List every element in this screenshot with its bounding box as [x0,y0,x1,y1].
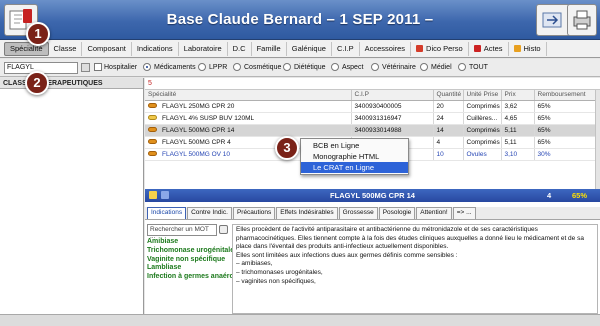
column-header[interactable]: Quantité [433,90,464,101]
description-paragraph: – amibiases, [236,260,273,268]
pill-icon [148,103,157,109]
indications-list: Amibiase Trichomonase urogénitale Vagini… [147,238,248,282]
lock-icon[interactable] [149,191,157,199]
subtab-indications[interactable]: Indications [147,207,187,219]
subtab-effets-indesirables[interactable]: Effets Indésirables [276,207,338,219]
list-item[interactable]: Vaginite non spécifique [147,256,229,265]
dico-icon [416,45,424,52]
radio-dot[interactable] [371,63,379,71]
ovule-icon [148,151,157,157]
radio-dietetique[interactable]: Diététique [283,63,326,71]
radio-cosmetique[interactable]: Cosmétique [233,63,281,71]
tab-accessoires[interactable]: Accessoires [360,41,412,56]
list-item[interactable]: Infection à germes anaérobies [147,273,248,282]
table-header: Spécialité C.I.P Quantité Unité Prise Pr… [145,90,598,101]
search-icon[interactable] [219,225,228,234]
radio-veterinaire[interactable]: Vétérinaire [371,63,416,71]
menu-item-monographie-html[interactable]: Monographie HTML [301,151,408,162]
radio-dot[interactable] [283,63,291,71]
list-item[interactable]: Amibiase [147,238,229,247]
tab-actes[interactable]: Actes [469,41,509,56]
bottom-strip [0,314,600,326]
column-header[interactable]: Unité Prise [463,90,502,101]
tab-indications[interactable]: Indications [132,41,179,56]
list-item[interactable]: Trichomonase urogénitale [147,247,234,256]
column-header[interactable]: Spécialité [145,90,352,101]
column-header[interactable]: C.I.P [351,90,434,101]
checkbox-box[interactable] [94,63,102,71]
subtab-contre-indic[interactable]: Contre Indic. [187,207,232,219]
menu-item-crat-online[interactable]: Le CRAT en Ligne [301,162,408,173]
indication-description[interactable]: Elles procèdent de l'activité antiparasi… [232,224,598,314]
radio-medicaments[interactable]: Médicaments [143,63,196,71]
document-icon[interactable] [161,191,169,199]
therapeutic-classes-panel[interactable]: CLASSES THERAPEUTIQUES [0,78,144,314]
tab-famille[interactable]: Famille [252,41,287,56]
tab-classe[interactable]: Classe [49,41,83,56]
radio-lppr[interactable]: LPPR [198,63,227,71]
pill-icon [148,127,157,133]
description-paragraph: Elles sont limitées aux infections dues … [236,251,458,259]
radio-mediel[interactable]: Médiel [420,63,452,71]
description-paragraph: pharmacocinétiques. Elles tiennent compt… [236,234,584,251]
radio-dot[interactable] [233,63,241,71]
selected-product-bar: FLAGYL 500MG CPR 14 4 65% [145,189,600,202]
selected-product-title: FLAGYL 500MG CPR 14 [330,191,415,200]
tab-histo[interactable]: Histo [509,41,547,56]
panel-header: CLASSES THERAPEUTIQUES [0,78,143,89]
callout-marker-2: 2 [25,71,49,95]
subtab-grossesse[interactable]: Grossesse [338,207,378,219]
radio-aspect[interactable]: Aspect [331,63,363,71]
description-paragraph: – vaginites non spécifiques, [236,277,316,285]
column-header[interactable]: Remboursement [534,90,598,101]
title-bar: Base Claude Bernard – 1 SEP 2011 – [0,0,600,40]
radio-dot[interactable] [420,63,428,71]
tab-dc[interactable]: D.C [228,41,252,56]
tab-dico-perso[interactable]: Dico Perso [411,41,469,56]
radio-dot[interactable] [331,63,339,71]
monograph-tabs: Indications Contre Indic. Précautions Ef… [145,207,600,220]
column-header[interactable]: Prix [501,90,535,101]
tab-laboratoire[interactable]: Laboratoire [179,41,228,56]
subtab-precautions[interactable]: Précautions [232,207,276,219]
main-tabs: Spécialité Classe Composant Indications … [0,40,600,58]
hospitalier-checkbox[interactable]: Hospitalier [94,63,137,71]
search-options-icon[interactable] [81,63,90,72]
table-row[interactable]: FLAGYL 250MG CPR 20 3400930400005 20 Com… [145,100,598,113]
selected-rate: 65% [572,191,588,200]
radio-dot[interactable] [143,63,151,71]
vertical-scrollbar[interactable] [595,90,600,190]
radio-tout[interactable]: TOUT [458,63,488,71]
export-icon[interactable] [536,4,570,36]
filter-bar: FLAGYL Hospitalier Médicaments LPPR Cosm… [0,59,600,77]
radio-dot[interactable] [198,63,206,71]
bottle-icon [148,115,157,121]
word-search-input[interactable]: Rechercher un MOT ... [147,224,217,240]
list-item[interactable]: Lambliase [147,264,229,273]
histo-icon [513,45,521,52]
description-paragraph: – trichomonases urogénitales, [236,268,323,276]
actes-icon [473,45,481,52]
tab-cip[interactable]: C.I.P [332,41,360,56]
subtab-attention[interactable]: Attention! [416,207,452,219]
table-row[interactable]: FLAGYL 4% SUSP BUV 120ML 3400931316947 2… [145,112,598,125]
window-title: Base Claude Bernard – 1 SEP 2011 – [166,11,434,28]
result-count: 5 [145,78,600,90]
context-menu: BCB en Ligne Monographie HTML Le CRAT en… [300,138,409,175]
subtab-posologie[interactable]: Posologie [378,207,416,219]
table-row-selected[interactable]: FLAGYL 500MG CPR 14 3400933014988 14 Com… [145,124,598,137]
tab-composant[interactable]: Composant [82,41,132,56]
subtab-more[interactable]: => ... [452,207,476,219]
menu-item-bcb-online[interactable]: BCB en Ligne [301,140,408,151]
callout-marker-1: 1 [26,22,50,46]
description-paragraph: Elles procèdent de l'activité antiparasi… [236,226,538,233]
print-icon[interactable] [567,4,597,36]
callout-marker-3: 3 [275,136,299,160]
pill-icon [148,139,157,145]
selected-count: 4 [547,191,552,200]
radio-dot[interactable] [458,63,466,71]
tab-galenique[interactable]: Galénique [287,41,332,56]
